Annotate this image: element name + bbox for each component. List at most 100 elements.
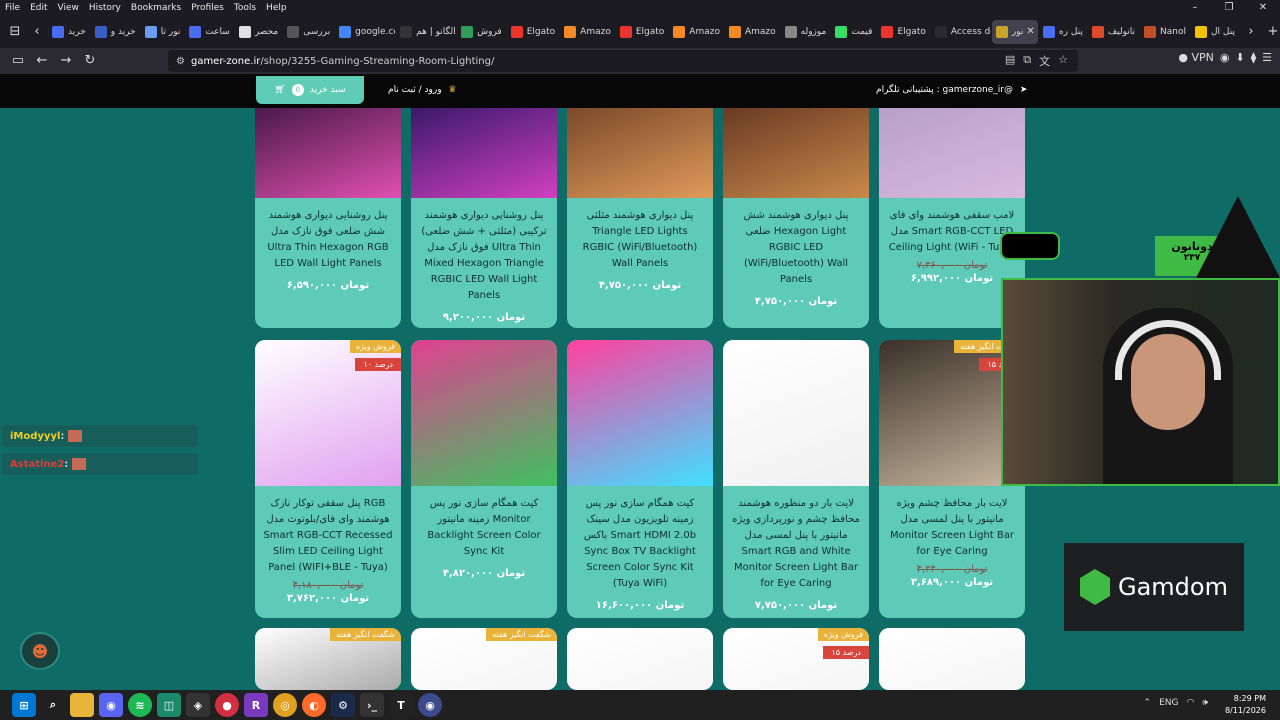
account-icon[interactable]: ◉ — [1220, 51, 1230, 64]
browser-tab[interactable]: نور ✕ — [991, 19, 1038, 44]
product-title[interactable]: پنل دیواری هوشمند مثلثی Triangle LED Lig… — [567, 198, 713, 272]
menu-item-history[interactable]: History — [84, 3, 126, 13]
tab-list-icon[interactable]: ⊟ — [4, 20, 26, 44]
windows-start-icon[interactable]: ⊞ — [12, 693, 36, 717]
spotify-icon[interactable]: ≋ — [128, 693, 152, 717]
product-card[interactable] — [879, 628, 1025, 690]
menu-item-profiles[interactable]: Profiles — [186, 3, 229, 13]
file-explorer-icon[interactable] — [70, 693, 94, 717]
clock[interactable]: 8:29 PM 8/11/2026 — [1225, 693, 1266, 717]
product-card[interactable]: پنل دیواری هوشمند شش ضلعی Hexagon Light … — [723, 108, 869, 328]
tray-language[interactable]: ENG — [1159, 698, 1178, 708]
search-icon[interactable]: ⌕ — [41, 693, 65, 717]
product-image[interactable] — [411, 340, 557, 486]
restore-icon[interactable]: ❐ — [1212, 0, 1246, 15]
sidebar-toggle-icon[interactable]: ▭ — [6, 50, 30, 72]
browser-tab[interactable]: نور تا — [141, 20, 185, 44]
close-window-icon[interactable]: ✕ — [1246, 0, 1280, 15]
menu-item-view[interactable]: View — [53, 3, 84, 13]
product-image[interactable] — [411, 108, 557, 198]
app-icon[interactable]: ◫ — [157, 693, 181, 717]
browser-tab[interactable]: خرید — [48, 20, 90, 44]
product-image[interactable] — [567, 340, 713, 486]
browser-tab[interactable]: پنل ال — [1191, 20, 1239, 44]
product-image[interactable]: شگفت انگیز هفته — [255, 628, 401, 690]
product-card[interactable]: لایت بار دو منظوره هوشمند محافظ چشم و نو… — [723, 340, 869, 618]
star-icon[interactable]: ☆ — [1058, 53, 1068, 69]
volume-icon[interactable]: 🕪︎ — [1202, 698, 1208, 708]
browser-tab[interactable]: Elgato — [507, 20, 559, 44]
product-title[interactable]: کیت همگام سازی نور پس زمینه مانیتور Moni… — [411, 486, 557, 560]
product-title[interactable]: لایت بار محافظ چشم ویژه مانیتور با پنل ل… — [879, 486, 1025, 560]
product-image[interactable] — [567, 628, 713, 690]
browser-tab[interactable]: خرید و — [91, 20, 140, 44]
capture-app-icon[interactable]: ◈ — [186, 693, 210, 717]
product-card[interactable]: کیت همگام سازی نور پس زمینه مانیتور Moni… — [411, 340, 557, 618]
screenshot-icon[interactable]: ⧉ — [1023, 53, 1031, 69]
extensions-icon[interactable]: ⧫ — [1251, 51, 1256, 64]
new-tab-icon[interactable]: + — [1262, 20, 1280, 44]
telegram-support-link[interactable]: پشتیبانی تلگرام : gamerzone_ir@ ➤ — [876, 85, 1027, 95]
reload-button[interactable]: ↻ — [78, 50, 102, 72]
product-image[interactable]: فروش ویژه ۱۵ درصد — [723, 628, 869, 690]
browser-tab[interactable]: Elgato — [877, 20, 929, 44]
minimize-icon[interactable]: – — [1178, 0, 1212, 15]
menu-icon[interactable]: ☰ — [1262, 51, 1272, 64]
record-app-icon[interactable]: ● — [215, 693, 239, 717]
cart-button[interactable]: 🛒︎ 0 سبد خرید — [256, 76, 364, 104]
product-title[interactable]: لایت بار دو منظوره هوشمند محافظ چشم و نو… — [723, 486, 869, 592]
menu-item-file[interactable]: File — [0, 3, 25, 13]
product-image[interactable] — [723, 340, 869, 486]
product-image[interactable]: فروش ویژه ۱۰ درصد — [255, 340, 401, 486]
product-title[interactable]: پنل سقفی توکار نازک RGB هوشمند وای فای/ب… — [255, 486, 401, 576]
wifi-icon[interactable]: ◠ — [1186, 698, 1194, 708]
browser-tab[interactable]: Amazo — [560, 20, 615, 44]
menu-item-bookmarks[interactable]: Bookmarks — [126, 3, 186, 13]
product-image[interactable] — [723, 108, 869, 198]
product-image[interactable] — [879, 628, 1025, 690]
discord-icon[interactable]: ◉ — [99, 693, 123, 717]
browser-tab[interactable]: موزوله — [781, 20, 831, 44]
browser-tab[interactable]: الگانو | هم — [396, 20, 456, 44]
product-card[interactable]: فروش ویژه ۱۰ درصد پنل سقفی توکار نازک RGB … — [255, 340, 401, 618]
browser-tab[interactable]: Nanol — [1140, 20, 1190, 44]
downloads-icon[interactable]: ⬇ — [1235, 51, 1244, 64]
r-app-icon[interactable]: R — [244, 693, 268, 717]
product-card[interactable]: شگفت انگیز هفته — [411, 628, 557, 690]
product-card[interactable]: پنل دیواری هوشمند مثلثی Triangle LED Lig… — [567, 108, 713, 328]
product-image[interactable] — [255, 108, 401, 198]
obs-icon[interactable]: ◉ — [418, 693, 442, 717]
vpn-button[interactable]: ● VPN — [1178, 51, 1214, 64]
close-tab-icon[interactable]: ✕ — [1026, 26, 1034, 37]
product-title[interactable]: پنل روشنایی دیواری هوشمند ترکیبی (مثلثی … — [411, 198, 557, 304]
browser-tab[interactable]: Amazo — [669, 20, 724, 44]
tab-scroll-left-icon[interactable]: ‹ — [26, 20, 48, 44]
menu-item-tools[interactable]: Tools — [229, 3, 261, 13]
firefox-icon[interactable]: ◐ — [302, 693, 326, 717]
tab-scroll-right-icon[interactable]: › — [1240, 20, 1262, 44]
text-app-icon[interactable]: T — [389, 693, 413, 717]
product-card[interactable]: کیت همگام سازی نور پس زمینه تلویزیون مدل… — [567, 340, 713, 618]
product-card[interactable]: پنل روشنایی دیواری هوشمند شش ضلعی فوق نا… — [255, 108, 401, 328]
chrome-icon[interactable]: ◎ — [273, 693, 297, 717]
product-card[interactable]: شگفت انگیز هفته — [255, 628, 401, 690]
product-card[interactable]: پنل روشنایی دیواری هوشمند ترکیبی (مثلثی … — [411, 108, 557, 328]
product-image[interactable] — [567, 108, 713, 198]
browser-tab[interactable]: بررسی — [283, 20, 334, 44]
browser-tab[interactable]: نانولیف — [1088, 20, 1139, 44]
url-bar[interactable]: ⚙ gamer-zone.ir /shop/3255-Gaming-Stream… — [168, 50, 1078, 72]
browser-tab[interactable]: Access de — [931, 20, 991, 44]
product-image[interactable] — [879, 108, 1025, 198]
browser-tab[interactable]: Elgato — [616, 20, 668, 44]
tray-chevron-icon[interactable]: ⌃ — [1144, 698, 1152, 708]
menu-item-edit[interactable]: Edit — [25, 3, 52, 13]
browser-tab[interactable]: قیمت — [831, 20, 876, 44]
browser-tab[interactable]: google.co — [335, 20, 395, 44]
product-card[interactable] — [567, 628, 713, 690]
reader-icon[interactable]: ▤ — [1005, 53, 1015, 69]
steam-icon[interactable]: ⚙ — [331, 693, 355, 717]
forward-button[interactable]: → — [54, 50, 78, 72]
browser-tab[interactable]: Amazo — [725, 20, 780, 44]
product-title[interactable]: پنل دیواری هوشمند شش ضلعی Hexagon Light … — [723, 198, 869, 288]
translate-icon[interactable]: 文 — [1039, 53, 1050, 69]
